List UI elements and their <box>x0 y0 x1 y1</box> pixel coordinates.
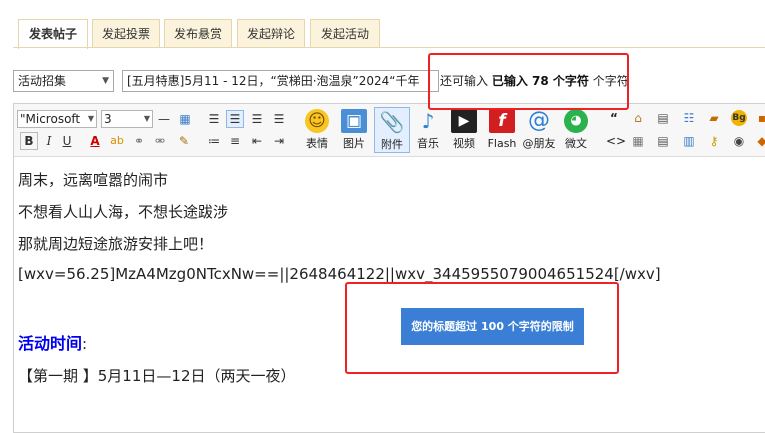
italic-button[interactable]: I <box>40 132 58 150</box>
wechat-label: 微文 <box>565 137 587 150</box>
grid-icon[interactable]: ▦ <box>630 133 646 149</box>
content-line: [wxv=56.25]MzA4Mzg0NTcxNw==||2648464122|… <box>18 265 661 283</box>
folder-icon[interactable]: ▰ <box>706 110 722 126</box>
attach-label: 附件 <box>381 138 403 151</box>
music-button[interactable]: ♪ 音乐 <box>410 107 446 153</box>
tab-activity[interactable]: 发起活动 <box>310 19 380 47</box>
font-color-button[interactable]: A <box>86 132 104 150</box>
lock-icon[interactable]: ⌂ <box>630 110 646 126</box>
type-select-value: 活动招集 <box>18 74 67 88</box>
unordered-list-icon[interactable]: ≡ <box>226 132 244 150</box>
ordered-list-icon[interactable]: ≔ <box>205 132 223 150</box>
table-icon[interactable]: ▦ <box>176 110 194 128</box>
font-size-value: 3 <box>104 112 112 126</box>
flash-label: Flash <box>487 137 517 150</box>
music-label: 音乐 <box>417 137 439 150</box>
chevron-down-icon: ▼ <box>102 76 109 86</box>
link-icon[interactable]: ⚭ <box>130 132 148 150</box>
section-title: 活动时间: <box>18 330 87 354</box>
tab-poll[interactable]: 发起投票 <box>92 19 160 47</box>
extra-icon[interactable]: ◆ <box>754 133 765 149</box>
image-label: 图片 <box>343 137 365 150</box>
tab-divider <box>13 47 765 48</box>
unlink-icon[interactable]: ⚮ <box>151 132 169 150</box>
mention-button[interactable]: @ @朋友 <box>521 107 557 153</box>
type-select[interactable]: 活动招集 ▼ <box>13 70 114 92</box>
at-icon: @ <box>528 108 550 133</box>
tab-reward[interactable]: 发布悬赏 <box>164 19 232 47</box>
page-icon[interactable]: ▤ <box>655 110 671 126</box>
image-icon: ▣ <box>341 109 367 133</box>
document-icon[interactable]: ▤ <box>655 133 671 149</box>
clear-format-icon[interactable]: ✎ <box>175 132 193 150</box>
bold-button[interactable]: B <box>20 132 38 150</box>
smiley-icon: ☺ <box>305 109 329 133</box>
mention-label: @朋友 <box>522 137 556 150</box>
outdent-icon[interactable]: ⇤ <box>248 132 266 150</box>
bg-icon[interactable]: Bg <box>731 110 747 126</box>
annotation-box-error <box>345 282 619 374</box>
wechat-button[interactable]: ◕ 微文 <box>558 107 594 153</box>
align-justify-icon[interactable]: ☰ <box>205 110 223 128</box>
tab-debate[interactable]: 发起辩论 <box>237 19 305 47</box>
section-title-text: 活动时间 <box>18 334 83 353</box>
tab-post[interactable]: 发表帖子 <box>18 19 88 49</box>
period-line: 【第一期 】5月11日—12日（两天一夜） <box>18 367 296 385</box>
flash-icon: f <box>489 109 515 133</box>
chevron-down-icon: ▼ <box>143 114 150 123</box>
key-icon[interactable]: ⚷ <box>706 133 722 149</box>
list-icon[interactable]: ☷ <box>681 110 697 126</box>
font-family-select[interactable]: "Microsoft ▼ <box>17 110 97 128</box>
code-button[interactable]: <> <box>606 133 626 149</box>
film-icon: ▶ <box>451 109 477 133</box>
section-title-colon: : <box>82 335 88 353</box>
content-line: 不想看人山人海，不想长途跋涉 <box>18 203 229 221</box>
music-note-icon: ♪ <box>421 109 435 133</box>
align-left-icon[interactable]: ☰ <box>226 110 244 128</box>
flash-button[interactable]: f Flash <box>484 107 520 153</box>
title-input[interactable]: [五月特惠]5月11 - 12日，“赏梯田·泡温泉”2024“千年 <box>122 70 439 92</box>
image-button[interactable]: ▣ 图片 <box>336 107 372 153</box>
align-center-icon[interactable]: ☰ <box>248 110 266 128</box>
content-line: 周末，远离喧嚣的闹市 <box>18 171 169 189</box>
indent-icon[interactable]: ⇥ <box>270 132 288 150</box>
highlight-icon[interactable]: ab <box>108 132 126 150</box>
chevron-down-icon: ▼ <box>87 114 94 123</box>
attach-button[interactable]: 📎 附件 <box>374 107 410 153</box>
font-size-select[interactable]: 3 ▼ <box>101 110 153 128</box>
paperclip-icon: 📎 <box>379 110 405 134</box>
quote-button[interactable]: “ <box>606 110 622 126</box>
font-family-value: "Microsoft <box>20 112 81 126</box>
video-label: 视频 <box>453 137 475 150</box>
align-right-icon[interactable]: ☰ <box>270 110 288 128</box>
underline-button[interactable]: U <box>58 132 76 150</box>
video-button[interactable]: ▶ 视频 <box>446 107 482 153</box>
content-line: 那就周边短途旅游安排上吧！ <box>18 235 214 253</box>
emoji-button[interactable]: ☺ 表情 <box>299 107 335 153</box>
more-icon[interactable]: ▪ <box>754 110 765 126</box>
emoji-label: 表情 <box>306 137 328 150</box>
wechat-icon: ◕ <box>564 109 588 133</box>
annotation-box-counter <box>428 53 629 110</box>
horizontal-rule-icon[interactable]: — <box>155 110 173 128</box>
disc-icon[interactable]: ◉ <box>731 133 747 149</box>
hide-icon[interactable]: ▥ <box>681 133 697 149</box>
